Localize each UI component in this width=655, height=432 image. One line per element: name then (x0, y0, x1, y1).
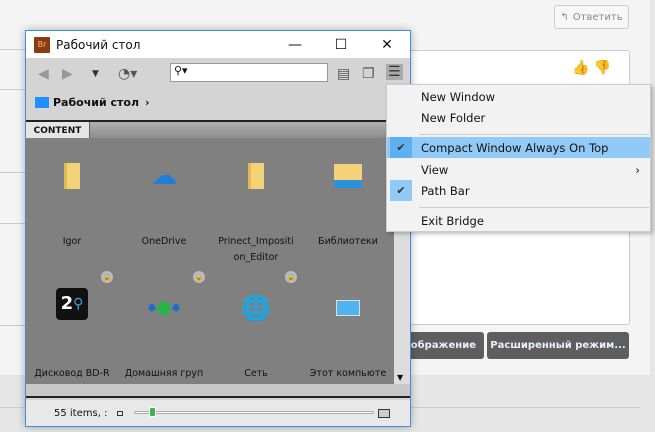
list-item[interactable]: Prinect_Impositi on_Editor (210, 156, 302, 266)
folder-icon (236, 156, 276, 196)
menu-separator (419, 134, 649, 135)
divider (0, 89, 25, 90)
scroll-down-icon[interactable]: ▼ (397, 373, 403, 382)
divider (0, 172, 25, 173)
advanced-mode-button[interactable]: Расширенный режим... (487, 332, 629, 359)
path-item-desktop[interactable]: Рабочий стол (53, 96, 139, 109)
recent-history-icon[interactable]: ◔▾ (118, 66, 137, 82)
menu-icon[interactable]: ☰ (386, 64, 403, 80)
tab-content[interactable]: CONTENT (26, 122, 90, 139)
bridge-options-menu: New Window New Folder ✔ Compact Window Al… (386, 84, 651, 232)
forward-arrow-icon[interactable]: ▶ (62, 66, 73, 82)
chevron-down-icon[interactable]: ▼ (92, 69, 99, 79)
back-arrow-icon[interactable]: ◀ (38, 66, 49, 82)
full-mode-icon[interactable]: ❐ (362, 66, 375, 82)
tab-bar: CONTENT (26, 120, 410, 139)
vote-icons[interactable]: 👍 👎 (572, 60, 611, 76)
desktop-icon (35, 97, 49, 108)
divider (0, 223, 25, 224)
bridge-app-icon: Br (34, 36, 50, 53)
reply-button[interactable]: ↰ Ответить (554, 5, 629, 29)
close-button[interactable]: ✕ (364, 31, 410, 58)
menu-separator (419, 207, 649, 208)
portal-disc-icon: 2 ⚲ (56, 288, 88, 320)
reply-icon: ↰ (560, 11, 569, 23)
list-item[interactable]: 2⚲ Дисковод BD-R OM (1:) Portal 2 (26, 288, 118, 384)
search-icon: ⚲▾ (174, 64, 188, 77)
list-item[interactable]: Igor (26, 156, 118, 256)
check-icon: ✔ (390, 180, 412, 201)
check-icon: ✔ (390, 137, 412, 158)
item-count: 55 items, : (54, 407, 108, 419)
compact-mode-icon[interactable]: ▤ (337, 66, 350, 82)
lock-icon: 🔒 (193, 271, 205, 283)
maximize-button[interactable]: ☐ (318, 31, 364, 58)
window-title: Рабочий стол (56, 37, 141, 52)
submenu-arrow-icon: › (635, 162, 640, 177)
list-item[interactable]: ● ● ● Домашняя груп (118, 288, 210, 384)
menu-item-new-window[interactable]: New Window (387, 86, 650, 107)
list-item[interactable]: Библиотеки (302, 156, 394, 256)
menu-item-compact-always-on-top[interactable]: ✔ Compact Window Always On Top (387, 137, 650, 158)
image-button[interactable]: изображение (400, 332, 484, 359)
homegroup-icon: ● ● ● (147, 297, 181, 318)
list-item[interactable]: Этот компьюте (302, 288, 394, 384)
title-bar[interactable]: Br Рабочий стол — ☐ ✕ (26, 31, 410, 58)
content-grid: Igor ☁ OneDrive Prinect_Impositi on_Edit… (26, 138, 394, 384)
minimize-button[interactable]: — (272, 31, 318, 58)
onedrive-icon: ☁ (151, 161, 177, 191)
menu-item-exit-bridge[interactable]: Exit Bridge (387, 210, 650, 231)
path-bar: Рабочий стол › (26, 89, 410, 116)
divider (0, 325, 25, 326)
libraries-icon (328, 156, 368, 196)
slider-thumb[interactable] (149, 407, 156, 417)
list-item[interactable]: 🌐 Сеть (210, 288, 302, 384)
computer-icon (328, 288, 368, 328)
horizontal-bar (26, 384, 410, 398)
small-thumbnail-icon[interactable] (117, 410, 123, 416)
folder-icon (52, 156, 92, 196)
menu-item-new-folder[interactable]: New Folder (387, 107, 650, 128)
search-input[interactable]: ⚲▾ (170, 63, 328, 82)
toolbar: ◀ ▶ ▼ ◔▾ ⚲▾ ▤ ❐ ☰ (26, 58, 410, 89)
thumbnail-size-slider[interactable] (134, 407, 374, 417)
lock-icon: 🔒 (101, 271, 113, 283)
lock-icon: 🔒 (285, 271, 297, 283)
bridge-compact-window: Br Рабочий стол — ☐ ✕ ◀ ▶ ▼ ◔▾ ⚲▾ ▤ ❐ ☰ … (25, 30, 411, 427)
menu-item-view[interactable]: View › (387, 159, 650, 180)
menu-item-path-bar[interactable]: ✔ Path Bar (387, 180, 650, 201)
chevron-right-icon[interactable]: › (145, 96, 150, 109)
divider (0, 49, 25, 50)
large-thumbnail-icon[interactable] (378, 408, 390, 418)
network-icon: 🌐 (241, 294, 271, 322)
list-item[interactable]: ☁ OneDrive (118, 156, 210, 256)
